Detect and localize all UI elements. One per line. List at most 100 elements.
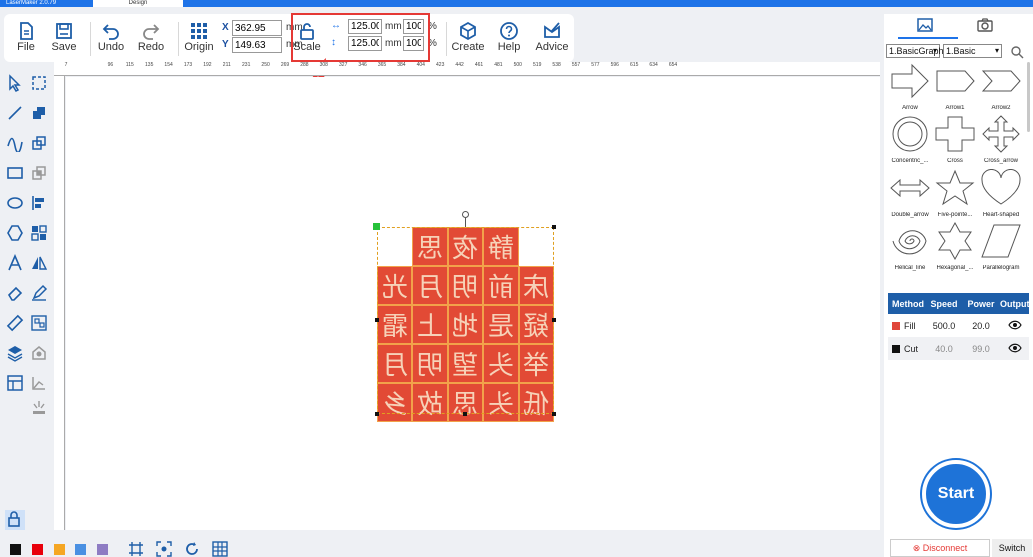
lock-toggle[interactable]: [5, 510, 25, 530]
cube-icon: [446, 18, 490, 41]
rectangle-tool[interactable]: [6, 164, 26, 184]
undo-button[interactable]: Undo: [89, 18, 133, 58]
intersect-tool[interactable]: [30, 164, 50, 184]
advice-label: Advice: [535, 41, 569, 53]
measure-tool[interactable]: [6, 314, 26, 334]
polygon-tool[interactable]: [6, 224, 26, 244]
weld-tool[interactable]: [30, 344, 50, 364]
layer-row-fill[interactable]: Fill 500.0 20.0: [888, 314, 1029, 337]
resize-handle[interactable]: [375, 318, 379, 322]
layer-method[interactable]: Fill: [888, 321, 926, 331]
ruler-tick-label: 404: [416, 62, 425, 68]
main-toolbar: File Save Undo Redo Origin X mm Y mm Sca…: [4, 14, 574, 62]
mirror-icon: [32, 256, 48, 270]
search-button[interactable]: [1010, 45, 1024, 59]
y-input[interactable]: [232, 37, 282, 53]
shape-parallelogram[interactable]: Parallelogram: [978, 222, 1024, 274]
array-tool[interactable]: [30, 224, 50, 244]
scan-icon: [156, 541, 172, 557]
union-tool[interactable]: [30, 104, 50, 124]
fit-selection-button[interactable]: [128, 541, 144, 557]
subtract-tool[interactable]: [30, 134, 50, 154]
shape-hexagonal-star[interactable]: Hexagonal_...: [932, 221, 978, 274]
template-tool[interactable]: [6, 374, 26, 394]
library-scrollbar[interactable]: [1027, 62, 1030, 132]
start-button[interactable]: Start: [922, 460, 990, 528]
shape-double-arrow[interactable]: Double_arrow: [887, 169, 933, 221]
layer-color-swatch[interactable]: [892, 344, 900, 353]
group-tool[interactable]: [30, 314, 50, 334]
shape-cross-arrow[interactable]: Cross_arrow: [978, 115, 1024, 167]
advice-button[interactable]: Advice: [530, 18, 574, 58]
scan-button[interactable]: [156, 541, 172, 557]
app-tab[interactable]: LaserMaker 2.0.79: [6, 0, 92, 7]
marquee-tool[interactable]: [30, 74, 50, 94]
edit-node-tool[interactable]: [30, 284, 50, 304]
ruler-tick-label: 461: [474, 62, 484, 68]
shape-arrow1[interactable]: Arrow1: [932, 62, 978, 114]
eraser-tool[interactable]: [6, 284, 26, 304]
rotate-handle[interactable]: [462, 211, 469, 218]
shape-arrow2[interactable]: Arrow2: [978, 62, 1024, 114]
shape-heart[interactable]: Heart-shaped: [978, 169, 1024, 221]
color-swatch[interactable]: [10, 544, 21, 555]
shape-helical-line[interactable]: Helical_line: [887, 222, 933, 274]
shape-arrow[interactable]: Arrow: [887, 62, 933, 114]
disconnect-icon: ⊗: [912, 543, 923, 553]
resize-handle[interactable]: [375, 412, 379, 416]
layer-speed[interactable]: 40.0: [926, 344, 962, 354]
layer-power[interactable]: 20.0: [962, 321, 1000, 331]
laser-tool[interactable]: [30, 399, 50, 419]
text-tool[interactable]: [6, 253, 26, 274]
anchor-handle[interactable]: [373, 223, 380, 230]
help-button[interactable]: Help: [487, 18, 531, 58]
save-button[interactable]: Save: [42, 18, 86, 58]
speed-header: Speed: [930, 298, 958, 309]
color-swatch[interactable]: [75, 544, 86, 555]
trace-tool[interactable]: [30, 374, 50, 394]
shape-label: Hexagonal_...: [936, 265, 974, 271]
design-tab[interactable]: Design: [93, 0, 183, 7]
color-swatch[interactable]: [54, 544, 65, 555]
resize-handle[interactable]: [463, 412, 467, 416]
layers-tool[interactable]: [6, 344, 26, 364]
mirror-tool[interactable]: [30, 254, 50, 274]
color-swatch[interactable]: [32, 544, 43, 555]
layer-power[interactable]: 99.0: [962, 344, 1000, 354]
x-input[interactable]: [232, 20, 282, 36]
category-select[interactable]: 1.BasicGraph: [886, 44, 944, 58]
align-tool[interactable]: [30, 194, 50, 214]
redo-button[interactable]: Redo: [129, 18, 173, 58]
camera-tab[interactable]: [976, 16, 996, 34]
shape-concentric[interactable]: Concentric_...: [887, 115, 933, 167]
horizontal-ruler: 7 96 115 135 154 173 192 211 231 250 269 288 308 327 3…: [54, 62, 880, 76]
curve-tool[interactable]: [6, 134, 26, 154]
layer-color-swatch[interactable]: [892, 321, 900, 330]
shape-cross[interactable]: Cross: [932, 115, 978, 167]
grid-view-button[interactable]: [212, 541, 228, 557]
subcategory-select[interactable]: 1.Basic: [943, 44, 1002, 58]
layer-row-cut[interactable]: Cut 40.0 99.0: [888, 337, 1029, 360]
switch-button[interactable]: Switch: [992, 539, 1032, 557]
shape-five-pointed-star[interactable]: Five-pointe...: [932, 169, 978, 221]
create-button[interactable]: Create: [446, 18, 490, 58]
resize-handle[interactable]: [552, 225, 556, 229]
resize-handle[interactable]: [552, 318, 556, 322]
origin-grid-icon: [177, 18, 221, 40]
line-tool[interactable]: [6, 104, 26, 124]
library-tab[interactable]: [916, 16, 936, 34]
lock-icon: [8, 511, 20, 527]
layer-method[interactable]: Cut: [888, 344, 926, 354]
select-tool[interactable]: [6, 74, 26, 94]
output-toggle[interactable]: [1000, 320, 1029, 332]
disconnect-button[interactable]: ⊗ Disconnect: [890, 539, 990, 557]
output-toggle[interactable]: [1000, 343, 1029, 355]
rotate-view-button[interactable]: [184, 541, 200, 557]
ruler-tick-label: 384: [397, 62, 406, 68]
resize-handle[interactable]: [552, 412, 556, 416]
design-object[interactable]: 思夜静光月明前床霜上地是疑月明望头举乡故思头低: [373, 211, 556, 422]
layer-speed[interactable]: 500.0: [926, 321, 962, 331]
ellipse-tool[interactable]: [6, 194, 26, 214]
color-swatch[interactable]: [97, 544, 108, 555]
origin-button[interactable]: Origin: [177, 18, 221, 58]
